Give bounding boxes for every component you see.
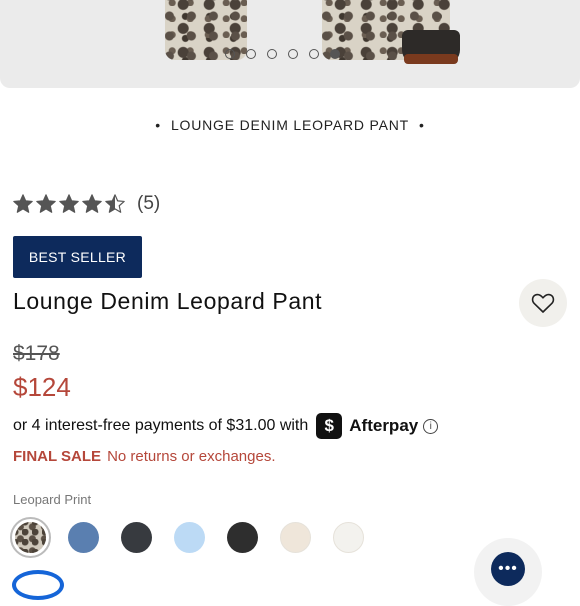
accessibility-icon[interactable] bbox=[12, 570, 64, 600]
color-swatch-blue[interactable] bbox=[68, 522, 99, 553]
best-seller-badge: BEST SELLER bbox=[13, 236, 142, 278]
final-sale-label: FINAL SALE bbox=[13, 448, 102, 465]
carousel-dot[interactable] bbox=[309, 49, 319, 59]
carousel-dot[interactable] bbox=[330, 49, 340, 59]
final-sale-notice: FINAL SALE No returns or exchanges. bbox=[13, 448, 275, 465]
color-swatch-cream[interactable] bbox=[280, 522, 311, 553]
color-swatch-white[interactable] bbox=[333, 522, 364, 553]
heart-icon bbox=[531, 293, 555, 313]
color-swatch-charcoal[interactable] bbox=[121, 522, 152, 553]
info-icon[interactable]: i bbox=[423, 418, 439, 434]
product-image-boot-sole bbox=[404, 54, 458, 64]
chat-button[interactable]: ••• bbox=[474, 538, 542, 606]
carousel-dot[interactable] bbox=[288, 49, 298, 59]
carousel-pagination bbox=[225, 49, 340, 59]
selected-color-label: Leopard Print bbox=[13, 492, 92, 507]
color-swatch-light-blue[interactable] bbox=[174, 522, 205, 553]
afterpay-logo-icon: $ bbox=[316, 413, 343, 439]
rating-stars bbox=[12, 193, 127, 215]
carousel-dot[interactable] bbox=[267, 49, 277, 59]
carousel-dot[interactable] bbox=[225, 49, 235, 59]
star-icon bbox=[36, 194, 56, 213]
afterpay-brand: Afterpay bbox=[349, 416, 419, 435]
afterpay-message: or 4 interest-free payments of $31.00 wi… bbox=[13, 413, 439, 439]
color-swatches bbox=[10, 517, 386, 558]
color-swatch-leopard[interactable] bbox=[10, 517, 51, 558]
product-name-banner-text: LOUNGE DENIM LEOPARD PANT bbox=[170, 117, 410, 133]
carousel-dot[interactable] bbox=[246, 49, 256, 59]
sale-price: $124 bbox=[13, 372, 71, 402]
wishlist-button[interactable] bbox=[519, 279, 567, 327]
afterpay-text: or 4 interest-free payments of $31.00 wi… bbox=[13, 417, 309, 434]
product-image-carousel[interactable] bbox=[0, 0, 580, 88]
final-sale-note: No returns or exchanges. bbox=[107, 448, 276, 465]
bullet-right: • bbox=[419, 117, 425, 133]
product-title: Lounge Denim Leopard Pant bbox=[13, 288, 323, 314]
review-count[interactable]: (5) bbox=[137, 193, 160, 215]
star-rating[interactable]: (5) bbox=[12, 193, 160, 215]
bullet-left: • bbox=[155, 117, 161, 133]
original-price: $178 bbox=[13, 342, 60, 365]
chat-dots-icon: ••• bbox=[491, 552, 525, 586]
star-icon bbox=[59, 194, 79, 213]
star-icon bbox=[105, 194, 125, 213]
star-icon bbox=[13, 194, 33, 213]
product-name-banner: • LOUNGE DENIM LEOPARD PANT • bbox=[0, 117, 580, 133]
color-swatch-black[interactable] bbox=[227, 522, 258, 553]
star-icon bbox=[82, 194, 102, 213]
